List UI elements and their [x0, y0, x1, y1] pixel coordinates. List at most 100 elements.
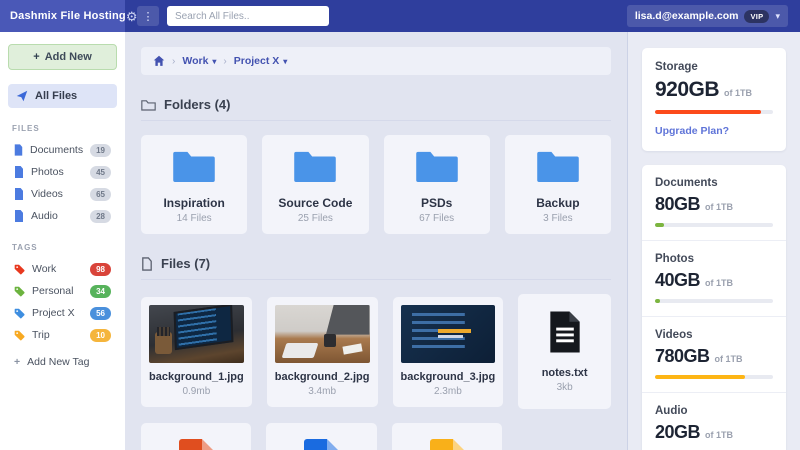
app-body: + Add New All Files FILES Documents 19 P… — [0, 32, 800, 450]
nav-label: Videos — [31, 188, 83, 200]
files-row-1: background_1.jpg 0.9mb background_2.jpg … — [141, 294, 611, 409]
folder-icon — [171, 149, 217, 183]
sidebar-tag-trip[interactable]: Trip 10 — [8, 324, 117, 346]
plus-icon: + — [14, 356, 20, 368]
files-section-header: Files (7) — [141, 256, 611, 280]
quota-label: Audio — [655, 405, 773, 417]
count-badge: 34 — [90, 285, 111, 298]
add-new-tag-button[interactable]: + Add New Tag — [8, 356, 117, 368]
count-badge: 98 — [90, 263, 111, 276]
quota-progress-track — [655, 299, 773, 303]
sidebar-tag-project-x[interactable]: Project X 56 — [8, 302, 117, 324]
folder-card-backup[interactable]: Backup 3 Files — [505, 135, 611, 234]
user-email: lisa.d@example.com — [635, 10, 739, 22]
tag-icon — [14, 286, 25, 297]
text-file-icon — [547, 310, 583, 354]
powerpoint-file-icon: P — [430, 439, 464, 450]
file-icon — [14, 166, 24, 178]
excel-file-icon: X — [179, 439, 213, 450]
sidebar-tag-personal[interactable]: Personal 34 — [8, 280, 117, 302]
nav-label: Project X — [32, 307, 83, 319]
plus-icon: + — [33, 51, 39, 63]
folder-meta: 14 Files — [147, 213, 241, 224]
breadcrumb: › Work▾ › Project X▾ — [141, 47, 611, 75]
word-file-icon: W — [304, 439, 338, 450]
storage-value: 920GB — [655, 78, 719, 102]
count-badge: 56 — [90, 307, 111, 320]
quota-capacity: of 1TB — [715, 354, 743, 364]
file-thumbnail — [149, 305, 244, 363]
search-input[interactable] — [167, 6, 329, 26]
file-size: 0.9mb — [149, 386, 244, 397]
left-sidebar: + Add New All Files FILES Documents 19 P… — [0, 32, 125, 450]
folder-icon — [414, 149, 460, 183]
file-size: 3kb — [526, 382, 603, 393]
quota-photos: Photos 40GB of 1TB — [642, 241, 786, 317]
quota-capacity: of 1TB — [705, 202, 733, 212]
tag-icon — [14, 308, 25, 319]
file-icon — [14, 144, 23, 156]
nav-label: Personal — [32, 285, 83, 297]
storage-card: Storage 920GB of 1TB Upgrade Plan? — [642, 48, 786, 151]
sidebar-tag-work[interactable]: Work 98 — [8, 258, 117, 280]
quota-capacity: of 1TB — [705, 430, 733, 440]
breadcrumb-item-project-x[interactable]: Project X▾ — [234, 55, 288, 67]
breadcrumb-item-work[interactable]: Work▾ — [182, 55, 216, 67]
files-row-2: X Accounting.xlsx W Proposal.doc P Prese… — [141, 423, 611, 450]
file-card-background-1[interactable]: background_1.jpg 0.9mb — [141, 297, 252, 407]
folder-name: PSDs — [390, 196, 484, 210]
sidebar-item-videos[interactable]: Videos 65 — [8, 183, 117, 205]
user-menu-button[interactable]: lisa.d@example.com VIP ▾ — [627, 5, 788, 27]
add-new-button[interactable]: + Add New — [8, 44, 117, 70]
storage-capacity: of 1TB — [724, 88, 752, 98]
breadcrumb-label: Work — [182, 55, 208, 67]
nav-label: Photos — [31, 166, 83, 178]
more-options-button[interactable]: ⋮ — [137, 6, 159, 26]
file-thumbnail — [401, 305, 496, 363]
file-card-background-2[interactable]: background_2.jpg 3.4mb — [267, 297, 378, 407]
app-title: Dashmix File Hosting — [10, 10, 126, 22]
file-size: 3.4mb — [275, 386, 370, 397]
sidebar-item-documents[interactable]: Documents 19 — [8, 139, 117, 161]
breadcrumb-separator: › — [172, 56, 175, 67]
sidebar-item-all-files[interactable]: All Files — [8, 84, 117, 108]
file-card-spreadsheet[interactable]: X Accounting.xlsx — [141, 423, 251, 450]
app-window: Dashmix File Hosting ⚙ ⋮ lisa.d@example.… — [0, 0, 800, 450]
folders-section-header: Folders (4) — [141, 97, 611, 121]
add-tag-label: Add New Tag — [27, 356, 89, 368]
nav-label: Trip — [32, 329, 83, 341]
nav-label: Audio — [31, 210, 83, 222]
folder-card-source-code[interactable]: Source Code 25 Files — [262, 135, 368, 234]
file-card-word-doc[interactable]: W Proposal.doc — [266, 423, 376, 450]
file-icon — [14, 210, 24, 222]
folder-name: Source Code — [268, 196, 362, 210]
files-heading: Files (7) — [161, 256, 210, 271]
sidebar-item-audio[interactable]: Audio 28 — [8, 205, 117, 227]
top-header: Dashmix File Hosting ⚙ ⋮ lisa.d@example.… — [0, 0, 800, 32]
file-card-notes[interactable]: notes.txt 3kb — [518, 294, 611, 409]
home-icon[interactable] — [153, 55, 165, 67]
right-sidebar: Storage 920GB of 1TB Upgrade Plan? Docum… — [627, 32, 800, 450]
file-name: background_2.jpg — [275, 371, 370, 383]
file-size: 2.3mb — [401, 386, 496, 397]
sidebar-item-photos[interactable]: Photos 45 — [8, 161, 117, 183]
folder-meta: 67 Files — [390, 213, 484, 224]
tags-section-label: TAGS — [12, 243, 113, 252]
folder-icon — [535, 149, 581, 183]
storage-label: Storage — [655, 61, 773, 73]
quota-card: Documents 80GB of 1TB Photos 40GB of 1TB — [642, 165, 786, 450]
folders-heading: Folders (4) — [164, 97, 230, 112]
file-card-presentation[interactable]: P Presentation.ppt — [392, 423, 502, 450]
header-toolbar: ⋮ lisa.d@example.com VIP ▾ — [125, 0, 800, 32]
file-card-background-3[interactable]: background_3.jpg 2.3mb — [393, 297, 504, 407]
quota-label: Documents — [655, 177, 773, 189]
quota-audio: Audio 20GB of 1TB — [642, 393, 786, 450]
file-icon — [14, 188, 24, 200]
folder-card-inspiration[interactable]: Inspiration 14 Files — [141, 135, 247, 234]
upgrade-plan-link[interactable]: Upgrade Plan? — [655, 125, 729, 137]
folder-card-psds[interactable]: PSDs 67 Files — [384, 135, 490, 234]
quota-value: 20GB — [655, 422, 700, 443]
count-badge: 28 — [90, 210, 111, 223]
quota-capacity: of 1TB — [705, 278, 733, 288]
tag-icon — [14, 264, 25, 275]
